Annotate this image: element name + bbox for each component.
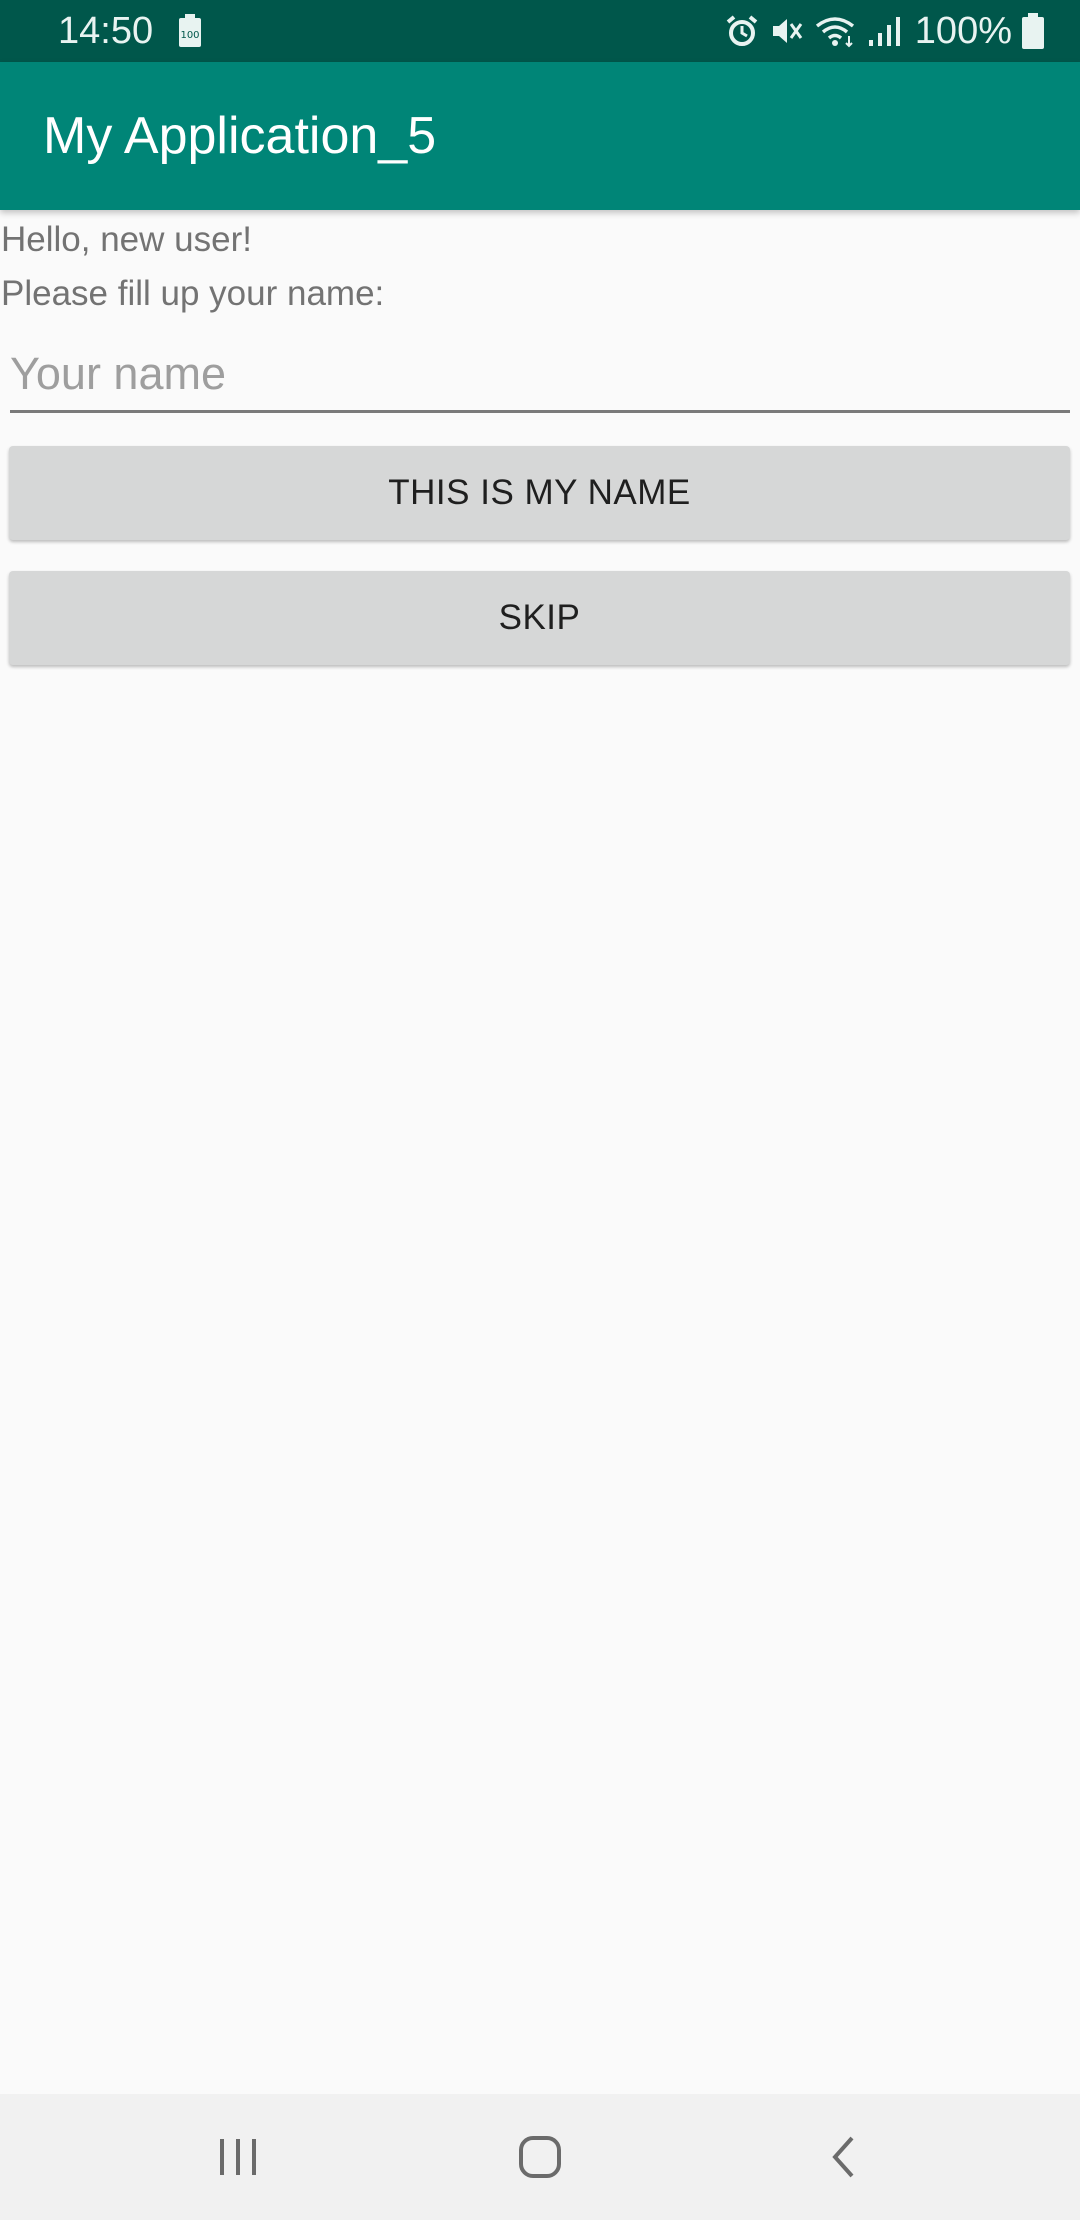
home-icon — [519, 2136, 561, 2178]
status-time: 14:50 — [58, 10, 154, 52]
mute-icon — [772, 19, 803, 43]
name-input[interactable] — [10, 338, 1070, 410]
this-is-my-name-button[interactable]: THIS IS MY NAME — [9, 446, 1070, 540]
back-button[interactable] — [810, 2124, 876, 2190]
status-icons: 100% — [715, 8, 1044, 54]
back-icon — [832, 2136, 854, 2178]
battery-percent: 100% — [914, 10, 1012, 52]
battery-icon — [1022, 13, 1044, 49]
skip-label: SKIP — [498, 598, 581, 637]
greeting-line-hello: Hello, new user! — [1, 220, 252, 259]
battery-saver-icon: 100 — [179, 14, 201, 47]
recent-apps-button[interactable] — [205, 2124, 271, 2190]
svg-text:100: 100 — [180, 30, 199, 41]
wifi-icon — [815, 17, 854, 48]
greeting-text: Hello, new user! Please fill up your nam… — [1, 213, 384, 321]
home-button[interactable] — [507, 2124, 573, 2190]
recent-apps-icon — [220, 2139, 256, 2175]
this-is-my-name-label: THIS IS MY NAME — [388, 473, 691, 512]
status-bar: 14:50 100 100% — [0, 0, 1080, 62]
signal-icon — [868, 17, 900, 46]
app-bar: My Application_5 — [0, 62, 1080, 210]
navigation-bar — [0, 2094, 1080, 2220]
app-title: My Application_5 — [43, 107, 437, 165]
app-screen: 14:50 100 100% My Application_5 Hello, n… — [0, 0, 1080, 2220]
skip-button[interactable]: SKIP — [9, 571, 1070, 665]
greeting-line-instruction: Please fill up your name: — [1, 274, 385, 313]
alarm-icon — [726, 15, 758, 46]
name-field — [10, 338, 1070, 413]
